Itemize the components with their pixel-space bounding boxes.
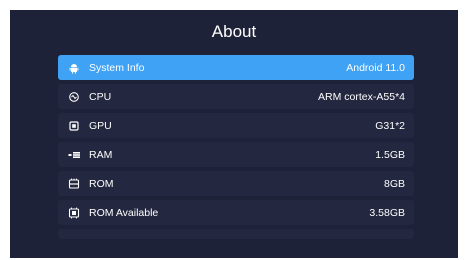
- list-item-value: G31*2: [375, 119, 405, 132]
- list-item-ram[interactable]: RAM 1.5GB: [58, 142, 414, 167]
- list-item-partial: [58, 229, 414, 239]
- list-item-cpu[interactable]: CPU ARM cortex-A55*4: [58, 84, 414, 109]
- list-item-label: ROM: [89, 177, 114, 190]
- list-item-value: 1.5GB: [375, 148, 405, 161]
- list-item-gpu[interactable]: GPU G31*2: [58, 113, 414, 138]
- page-title: About: [211, 22, 257, 41]
- list-item-label: CPU: [89, 90, 112, 103]
- info-list: System Info Android 11.0 CPU ARM cortex-…: [58, 55, 414, 239]
- list-item-rom-available[interactable]: ROM Available 3.58GB: [58, 200, 414, 225]
- list-item-label: System Info: [89, 61, 145, 74]
- list-item-label: GPU: [89, 119, 112, 132]
- cpu-icon: [67, 90, 81, 104]
- list-item-value: ARM cortex-A55*4: [318, 90, 405, 103]
- list-item-system-info[interactable]: System Info Android 11.0: [58, 55, 414, 80]
- about-screen: About System Info Android 11.0 CPU ARM c…: [10, 10, 458, 258]
- rom-icon: [67, 177, 81, 191]
- list-item-label: ROM Available: [89, 206, 159, 219]
- gpu-icon: [67, 119, 81, 133]
- list-item-value: 3.58GB: [369, 206, 405, 219]
- storage-icon: [67, 206, 81, 220]
- list-item-rom[interactable]: ROM 8GB: [58, 171, 414, 196]
- android-icon: [67, 61, 81, 75]
- ram-icon: [67, 148, 81, 162]
- list-item-value: Android 11.0: [346, 61, 405, 74]
- list-item-label: RAM: [89, 148, 113, 161]
- list-item-value: 8GB: [383, 177, 405, 190]
